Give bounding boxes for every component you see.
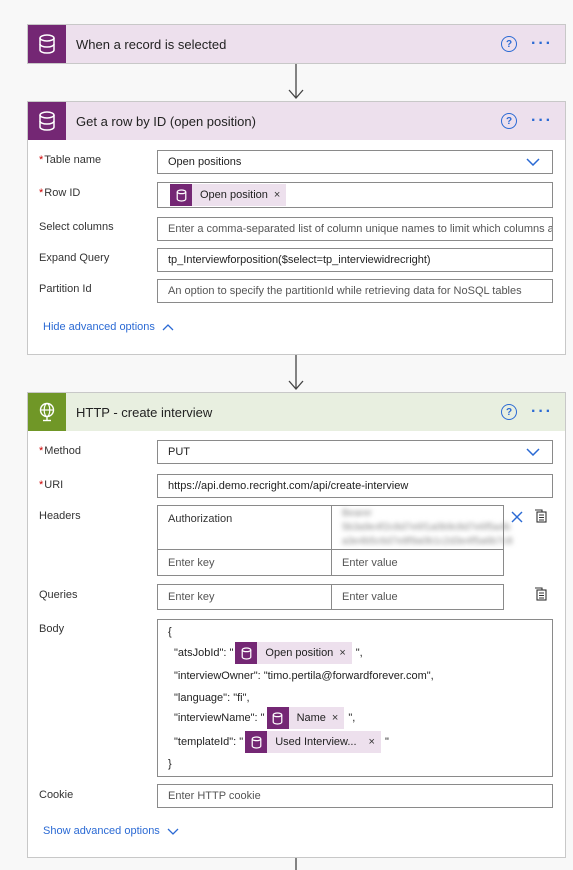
trigger-card[interactable]: When a record is selected ? ··· bbox=[27, 24, 566, 64]
body-line: "interviewOwner": "timo.pertila@forwardf… bbox=[174, 670, 434, 682]
cookie-input[interactable]: Enter HTTP cookie bbox=[157, 784, 553, 808]
row-id-label: *Row ID bbox=[39, 187, 81, 199]
flow-arrow-icon bbox=[288, 355, 304, 390]
database-icon bbox=[170, 184, 192, 206]
database-icon bbox=[235, 642, 258, 664]
dynamic-content-token[interactable]: Open position × bbox=[170, 184, 287, 206]
chevron-up-icon bbox=[162, 323, 174, 330]
queries-label: Queries bbox=[39, 589, 78, 601]
database-icon bbox=[28, 25, 66, 63]
method-label: *Method bbox=[39, 445, 81, 457]
remove-token-icon[interactable]: × bbox=[369, 736, 375, 748]
question-circle-icon[interactable]: ? bbox=[501, 36, 518, 52]
flow-arrow-icon bbox=[295, 858, 297, 870]
body-line: "language": "fi", bbox=[174, 692, 250, 704]
ellipsis-icon[interactable]: ··· bbox=[531, 36, 553, 52]
hide-advanced-options-link[interactable]: Hide advanced options bbox=[43, 321, 174, 333]
ellipsis-icon[interactable]: ··· bbox=[531, 113, 553, 129]
trigger-title: When a record is selected bbox=[76, 36, 227, 52]
remove-token-icon[interactable]: × bbox=[332, 712, 338, 724]
dynamic-content-token[interactable]: Name × bbox=[266, 707, 345, 729]
body-line: "templateId": " Used Interview... × " bbox=[174, 731, 389, 753]
get-row-title: Get a row by ID (open position) bbox=[76, 113, 256, 129]
switch-to-text-mode-icon[interactable] bbox=[534, 587, 548, 601]
ellipsis-icon[interactable]: ··· bbox=[531, 404, 553, 420]
query-value-input[interactable]: Enter value bbox=[331, 584, 504, 610]
globe-icon bbox=[28, 393, 66, 431]
cookie-label: Cookie bbox=[39, 789, 74, 801]
chevron-down-icon bbox=[526, 448, 540, 456]
table-name-dropdown[interactable]: Open positions bbox=[157, 150, 553, 174]
http-title: HTTP - create interview bbox=[76, 404, 213, 420]
http-header[interactable]: HTTP - create interview ? ··· bbox=[28, 393, 565, 431]
header-value-input[interactable]: Bearer 5b3a9e4f2c8d7e6f1a0b9c8d7e6f5a4b … bbox=[331, 505, 513, 550]
flow-arrow-icon bbox=[288, 64, 304, 99]
remove-token-icon[interactable]: × bbox=[339, 647, 345, 659]
body-line: { bbox=[168, 626, 172, 638]
header-key-input[interactable]: Authorization bbox=[157, 505, 332, 550]
body-line: "interviewName": " Name × ", bbox=[174, 707, 355, 729]
close-icon[interactable] bbox=[511, 511, 523, 523]
dynamic-content-token[interactable]: Used Interview... × bbox=[245, 731, 381, 753]
partition-id-input[interactable]: An option to specify the partitionId whi… bbox=[157, 279, 553, 303]
database-icon bbox=[245, 731, 268, 753]
header-new-value-input[interactable]: Enter value bbox=[331, 549, 504, 576]
row-id-field[interactable]: Open position × bbox=[157, 182, 553, 208]
expand-query-input[interactable]: tp_Interviewforposition($select=tp_inter… bbox=[157, 248, 553, 272]
dynamic-content-token[interactable]: Open position × bbox=[235, 642, 352, 664]
get-row-header[interactable]: Get a row by ID (open position) ? ··· bbox=[28, 102, 565, 140]
method-dropdown[interactable]: PUT bbox=[157, 440, 553, 464]
question-circle-icon[interactable]: ? bbox=[501, 113, 518, 129]
headers-label: Headers bbox=[39, 510, 81, 522]
body-editor[interactable]: { "atsJobId": " Open position × ", "inte… bbox=[157, 619, 553, 777]
body-line: } bbox=[168, 758, 172, 770]
uri-input[interactable]: https://api.demo.recright.com/api/create… bbox=[157, 474, 553, 498]
get-row-card[interactable]: Get a row by ID (open position) ? ··· *T… bbox=[27, 101, 566, 355]
expand-query-label: Expand Query bbox=[39, 252, 110, 264]
header-new-key-input[interactable]: Enter key bbox=[157, 549, 332, 576]
table-name-label: *Table name bbox=[39, 154, 102, 166]
body-line: "atsJobId": " Open position × ", bbox=[174, 642, 363, 664]
question-circle-icon[interactable]: ? bbox=[501, 404, 518, 420]
partition-id-label: Partition Id bbox=[39, 283, 92, 295]
select-columns-label: Select columns bbox=[39, 221, 114, 233]
remove-token-icon[interactable]: × bbox=[274, 189, 280, 201]
trigger-header[interactable]: When a record is selected ? ··· bbox=[28, 25, 565, 63]
switch-to-text-mode-icon[interactable] bbox=[534, 509, 548, 523]
show-advanced-options-link[interactable]: Show advanced options bbox=[43, 825, 179, 837]
query-key-input[interactable]: Enter key bbox=[157, 584, 332, 610]
uri-label: *URI bbox=[39, 479, 64, 491]
chevron-down-icon bbox=[526, 158, 540, 166]
database-icon bbox=[266, 707, 289, 729]
chevron-down-icon bbox=[167, 828, 179, 835]
http-card[interactable]: HTTP - create interview ? ··· *Method PU… bbox=[27, 392, 566, 858]
body-label: Body bbox=[39, 623, 65, 635]
select-columns-input[interactable]: Enter a comma-separated list of column u… bbox=[157, 217, 553, 241]
database-icon bbox=[28, 102, 66, 140]
